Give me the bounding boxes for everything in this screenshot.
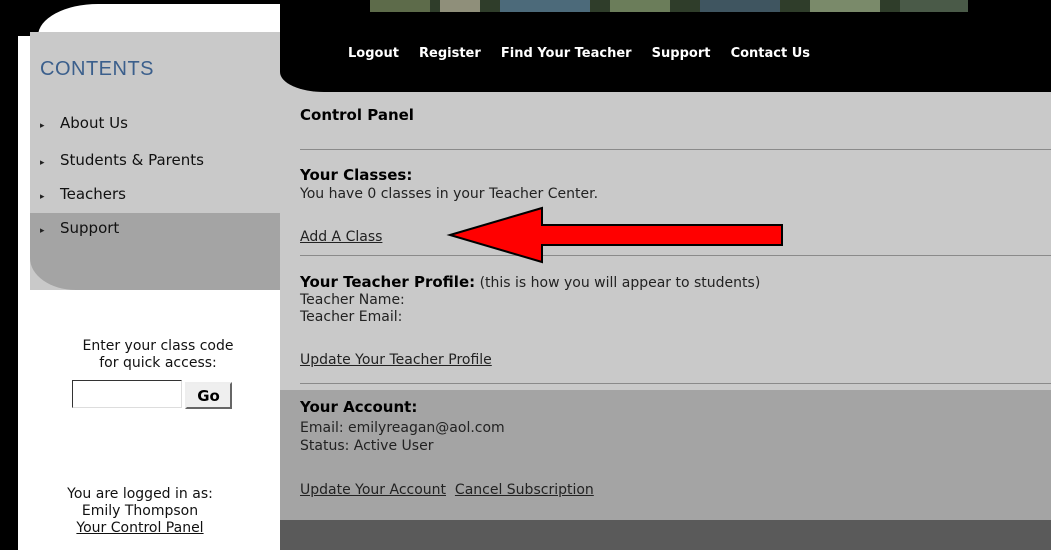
classes-heading: Your Classes:	[300, 166, 413, 184]
sidebar-item-about-us[interactable]: ▸ About Us	[40, 114, 128, 132]
triangle-bullet-icon: ▸	[40, 158, 45, 168]
sidebar-item-label: Support	[60, 219, 120, 237]
sidebar-item-label: Teachers	[60, 185, 126, 203]
cancel-subscription-link[interactable]: Cancel Subscription	[455, 482, 594, 498]
class-code-input[interactable]	[72, 380, 182, 408]
account-email: Email: emilyreagan@aol.com	[300, 420, 505, 436]
top-nav-find-your-teacher[interactable]: Find Your Teacher	[501, 46, 632, 61]
account-links: Update Your Account Cancel Subscription	[300, 482, 594, 498]
sidebar-item-label: Students & Parents	[60, 151, 204, 169]
triangle-bullet-icon: ▸	[40, 192, 45, 202]
class-code-prompt: Enter your class code for quick access:	[82, 338, 234, 371]
divider	[300, 383, 1051, 384]
update-account-link[interactable]: Update Your Account	[300, 482, 446, 498]
go-button[interactable]: Go	[185, 382, 232, 409]
teacher-email-label: Teacher Email:	[300, 309, 403, 325]
triangle-bullet-icon: ▸	[40, 121, 45, 131]
sidebar-item-students-parents[interactable]: ▸ Students & Parents	[40, 151, 204, 169]
classes-count-text: You have 0 classes in your Teacher Cente…	[300, 186, 599, 202]
sidebar-item-support[interactable]: ▸ Support	[40, 219, 119, 237]
page-title: Control Panel	[300, 106, 414, 124]
sidebar-item-teachers[interactable]: ▸ Teachers	[40, 185, 126, 203]
login-info: You are logged in as: Emily Thompson You…	[18, 486, 262, 537]
page-frame: CONTENTS ▸ About Us ▸ Students & Parents ▸…	[0, 0, 1051, 550]
add-class-link[interactable]: Add A Class	[300, 229, 382, 245]
update-profile-link[interactable]: Update Your Teacher Profile	[300, 352, 492, 368]
user-name: Emily Thompson	[81, 503, 199, 519]
top-nav-logout[interactable]: Logout	[348, 46, 399, 61]
sidebar-item-label: About Us	[60, 114, 128, 132]
footer-band	[280, 520, 1051, 550]
triangle-bullet-icon: ▸	[40, 226, 45, 236]
contents-title: CONTENTS	[40, 58, 154, 80]
top-nav-contact-us[interactable]: Contact Us	[731, 46, 810, 61]
teacher-name-label: Teacher Name:	[300, 292, 405, 308]
divider	[300, 149, 1051, 150]
banner-image	[370, 0, 968, 12]
account-heading: Your Account:	[300, 398, 418, 416]
account-section: Your Account: Email: emilyreagan@aol.com…	[280, 390, 1051, 520]
top-nav-support[interactable]: Support	[652, 46, 711, 61]
sidebar: CONTENTS ▸ About Us ▸ Students & Parents ▸…	[18, 0, 280, 550]
control-panel-link[interactable]: Your Control Panel	[18, 520, 262, 537]
control-panel-main: Control Panel Your Classes: You have 0 c…	[280, 72, 1051, 550]
account-status: Status: Active User	[300, 438, 434, 454]
top-nav-register[interactable]: Register	[419, 46, 481, 61]
profile-heading: Your Teacher Profile: (this is how you w…	[300, 273, 761, 291]
red-arrow-icon	[446, 206, 783, 264]
